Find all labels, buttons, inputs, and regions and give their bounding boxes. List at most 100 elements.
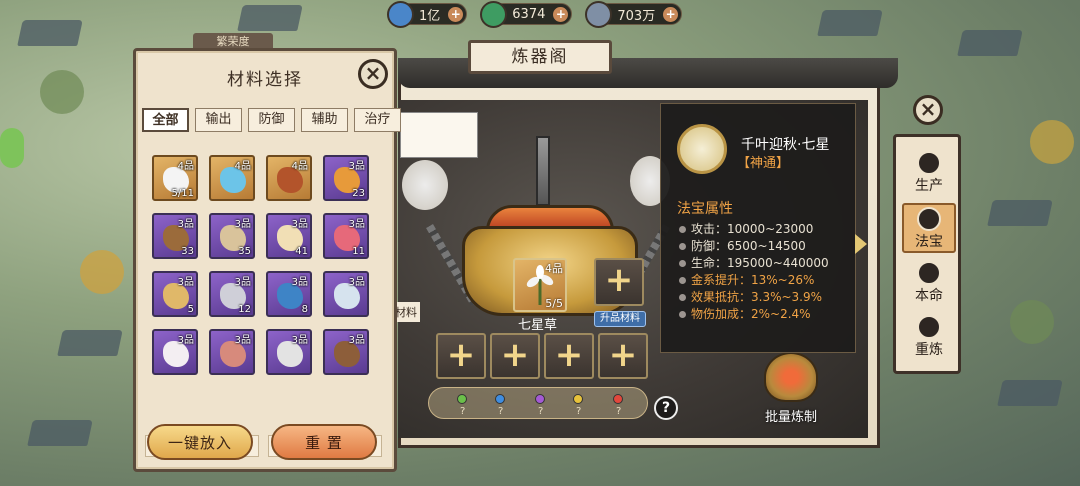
- auto-fill-button[interactable]: 一键放入: [147, 424, 253, 460]
- sidebar-item-produce[interactable]: 生产: [902, 149, 956, 199]
- tab-output[interactable]: 输出: [195, 108, 242, 132]
- material-count: 33: [181, 246, 194, 257]
- material-slot[interactable]: 3品: [323, 329, 369, 375]
- material-slot[interactable]: 3品: [266, 329, 312, 375]
- add-ore-button[interactable]: +: [663, 7, 679, 22]
- material-slot-1[interactable]: +: [436, 333, 486, 379]
- fire-element-icon: [613, 394, 623, 404]
- material-slot[interactable]: 3品 35: [209, 213, 255, 259]
- roof-decor: [987, 200, 1053, 226]
- tree-decor: [1030, 120, 1074, 164]
- category-tabs: 全部 输出 防御 辅助 治疗: [142, 108, 401, 132]
- thunder-element-icon: [535, 394, 545, 404]
- pot-icon: [917, 151, 941, 175]
- stat-hp: 生命：195000~440000: [679, 255, 829, 272]
- ore-icon: [585, 1, 613, 28]
- roof-decor: [27, 420, 93, 446]
- gem-icon: [387, 1, 414, 28]
- element-value: ?: [538, 406, 544, 417]
- slot-count: 5/5: [545, 297, 563, 310]
- material-tier: 4品: [291, 161, 308, 172]
- material-slot[interactable]: 4品 5/11: [152, 155, 198, 201]
- material-tier: 3品: [291, 219, 308, 230]
- reforge-icon: [917, 315, 941, 339]
- material-slot[interactable]: 3品 12: [209, 271, 255, 317]
- material-tier: 3品: [234, 277, 251, 288]
- roof-decor: [57, 330, 123, 356]
- material-slot[interactable]: 3品 33: [152, 213, 198, 259]
- material-tier: 3品: [291, 335, 308, 346]
- reset-button[interactable]: 重 置: [271, 424, 377, 460]
- material-slot[interactable]: 3品: [323, 271, 369, 317]
- material-tier: 3品: [348, 335, 365, 346]
- material-count: 12: [238, 304, 251, 315]
- tree-decor: [80, 250, 124, 294]
- main-material-slot[interactable]: 4品 5/5: [513, 258, 567, 312]
- stat-defense: 防御：6500~14500: [679, 238, 829, 255]
- material-tier: 3品: [177, 219, 194, 230]
- tab-support[interactable]: 辅助: [301, 108, 348, 132]
- material-slot-2[interactable]: +: [490, 333, 540, 379]
- tab-defense[interactable]: 防御: [248, 108, 295, 132]
- roof-decor: [237, 5, 303, 31]
- treasure-emblem-icon: [677, 124, 727, 174]
- material-tier: 3品: [234, 219, 251, 230]
- roof-decor: [957, 30, 1023, 56]
- help-button[interactable]: ?: [654, 396, 678, 420]
- material-tier: 3品: [234, 335, 251, 346]
- sidebar-item-natal[interactable]: 本命: [902, 259, 956, 309]
- sidebar-item-treasure[interactable]: 法宝: [902, 203, 956, 253]
- sidebar-item-label: 法宝: [915, 234, 943, 250]
- material-slot[interactable]: 3品 8: [266, 271, 312, 317]
- close-forge-button[interactable]: ×: [913, 95, 943, 125]
- element-value: ?: [576, 406, 582, 417]
- material-count: 11: [352, 246, 365, 257]
- sword-icon: [536, 136, 550, 206]
- material-slot-3[interactable]: +: [544, 333, 594, 379]
- sidebar-item-label: 重炼: [915, 342, 943, 358]
- material-tier: 4品: [234, 161, 251, 172]
- add-jade-button[interactable]: +: [553, 7, 569, 22]
- treasure-name: 千叶迎秋·七星: [741, 137, 830, 153]
- material-count: 23: [352, 188, 365, 199]
- resource-ore: 703万 +: [585, 1, 683, 28]
- add-gem-button[interactable]: +: [448, 7, 464, 22]
- material-slot-4[interactable]: +: [598, 333, 648, 379]
- attribute-section-title: 法宝属性: [677, 201, 733, 217]
- resource-value: 703万: [617, 8, 656, 24]
- material-tier: 3品: [177, 335, 194, 346]
- material-count: 41: [295, 246, 308, 257]
- material-slot[interactable]: 3品: [209, 329, 255, 375]
- panel-title: 材料选择: [227, 70, 303, 90]
- material-slot[interactable]: 4品: [266, 155, 312, 201]
- material-slot[interactable]: 3品 23: [323, 155, 369, 201]
- resource-gem: 1亿 +: [387, 1, 468, 28]
- tab-all[interactable]: 全部: [142, 108, 189, 132]
- material-slot[interactable]: 3品 5: [152, 271, 198, 317]
- element-dots-bar: ? ? ? ? ?: [428, 387, 648, 419]
- material-slot[interactable]: 3品 11: [323, 213, 369, 259]
- close-icon[interactable]: ×: [358, 59, 388, 89]
- element-value: ?: [616, 406, 622, 417]
- wood-element-icon: [457, 394, 467, 404]
- fan-left-decor: [402, 160, 448, 210]
- sidebar-item-reforge[interactable]: 重炼: [902, 313, 956, 363]
- material-count: 5/11: [171, 188, 194, 199]
- attribute-list: 攻击：10000~23000 防御：6500~14500 生命：195000~4…: [679, 221, 829, 323]
- element-value: ?: [460, 406, 466, 417]
- tab-heal[interactable]: 治疗: [354, 108, 401, 132]
- material-slot[interactable]: 3品 41: [266, 213, 312, 259]
- frog-mascot-icon[interactable]: [0, 128, 24, 168]
- upgrade-slot-button[interactable]: +: [594, 258, 644, 306]
- metal-element-icon: [573, 394, 583, 404]
- stat-attack: 攻击：10000~23000: [679, 221, 829, 238]
- arrow-right-icon: [855, 234, 867, 254]
- material-slot[interactable]: 3品: [152, 329, 198, 375]
- material-select-panel: 材料选择 × 全部 输出 防御 辅助 治疗 4品 5/11 4品 4品 3品 23 3品 33…: [133, 48, 401, 472]
- material-slot[interactable]: 4品: [209, 155, 255, 201]
- stat-metal-boost: 金系提升：13%~26%: [679, 272, 829, 289]
- tree-decor: [40, 70, 84, 114]
- sidebar-item-label: 本命: [915, 288, 943, 304]
- batch-forge-button[interactable]: 批量炼制: [748, 352, 834, 426]
- treasure-rank: 【神通】: [737, 156, 790, 171]
